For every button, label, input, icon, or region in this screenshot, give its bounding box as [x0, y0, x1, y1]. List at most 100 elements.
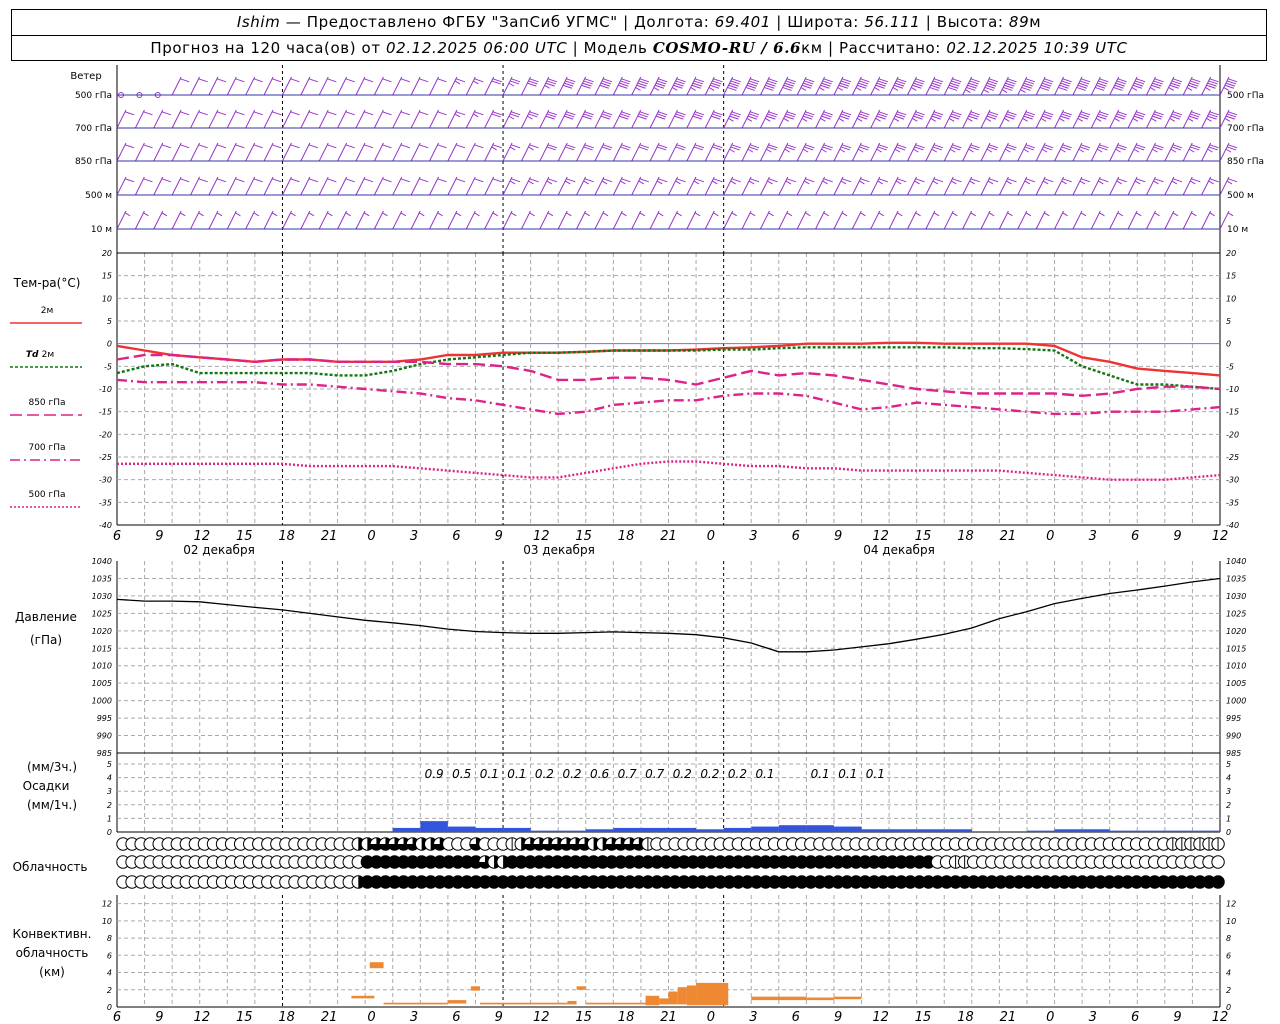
wind-level-right: 500 м — [1227, 191, 1254, 201]
wind-barb-shaft — [447, 142, 458, 162]
wind-barb-shaft — [612, 176, 623, 196]
wind-barb-shaft — [429, 142, 439, 162]
wind-barb-shaft — [723, 109, 734, 129]
wind-barb-shaft — [1054, 142, 1064, 162]
wind-barb-feather — [382, 78, 392, 83]
wind-barb-feather — [216, 212, 223, 217]
conv-tick-left: 12 — [102, 900, 112, 909]
precip-title-2: Осадки — [23, 779, 70, 793]
wind-barb-feather — [672, 87, 678, 91]
wind-barb-shaft — [116, 210, 127, 230]
wind-barb-shaft — [355, 210, 366, 230]
wind-barb-feather — [1223, 87, 1230, 91]
wind-barb-shaft — [851, 176, 862, 196]
wind-barb-feather — [783, 117, 789, 122]
cloud-cover-circle — [1211, 855, 1225, 869]
wind-barb-shaft — [1035, 210, 1046, 230]
wind-barb-shaft — [171, 76, 182, 96]
wind-barb-feather — [455, 144, 466, 149]
wind-barb-feather — [1095, 117, 1102, 122]
pressure-tick-left: 1010 — [92, 662, 112, 671]
wind-barb-feather — [528, 180, 534, 185]
wind-barb-feather — [474, 144, 484, 149]
wind-barb-shaft — [484, 76, 495, 96]
conv-cloud-bar — [383, 1002, 448, 1005]
conv-cloud-bar — [369, 962, 384, 969]
wind-barb-shaft — [263, 210, 274, 230]
wind-barb-feather — [1191, 178, 1201, 183]
wind-barb-feather — [400, 212, 407, 217]
wind-barb-shaft — [594, 210, 605, 230]
wind-barb-feather — [837, 87, 843, 91]
wind-barb-feather — [1023, 148, 1029, 153]
wind-barb-feather — [124, 178, 135, 183]
pressure-tick-left: 1040 — [92, 557, 112, 566]
wind-barb-shaft — [980, 176, 991, 196]
wind-barb-shaft — [1035, 109, 1046, 129]
wind-barb-feather — [454, 113, 461, 118]
wind-barb-feather — [1005, 148, 1011, 153]
precip-tick-left: 1 — [107, 814, 112, 823]
wind-barb-feather — [509, 180, 516, 185]
wind-barb-feather — [474, 78, 484, 83]
wind-barb-shaft — [686, 176, 697, 196]
wind-barb-feather — [878, 212, 885, 217]
wind-barb-feather — [621, 178, 631, 183]
wind-barb-shaft — [190, 76, 200, 96]
wind-barb-feather — [1117, 212, 1124, 217]
wind-barb-feather — [235, 178, 245, 183]
wind-barb-shaft — [649, 210, 660, 230]
wind-barb-feather — [363, 178, 374, 183]
wind-barb-shaft — [998, 142, 1009, 162]
hour-label: 15 — [915, 529, 932, 544]
hour-label: 3 — [1089, 529, 1097, 544]
wind-barb-shaft — [870, 176, 881, 196]
pressure-tick-left: 1030 — [92, 592, 112, 601]
precip-3h-label: 0.2 — [700, 767, 719, 781]
wind-barb-shaft — [833, 109, 844, 129]
hour-label: 6 — [792, 529, 800, 544]
hour-label-bottom: 18 — [278, 1010, 295, 1024]
conv-title-2: облачность — [16, 946, 89, 960]
wind-barb-feather — [970, 178, 980, 183]
pressure-tick-left: 1005 — [92, 679, 112, 688]
wind-barb-feather — [766, 148, 772, 153]
hour-label: 6 — [452, 529, 460, 544]
wind-barb-shaft — [153, 176, 164, 196]
wind-barb-shaft — [484, 109, 495, 129]
wind-barb-feather — [198, 144, 208, 149]
conv-tick-right: 8 — [1226, 934, 1231, 943]
wind-barb-feather — [1060, 148, 1066, 153]
wind-barb-feather — [180, 111, 190, 116]
hour-label-bottom: 0 — [367, 1010, 375, 1024]
wind-barb-feather — [803, 180, 810, 185]
wind-barb-shaft — [925, 176, 936, 196]
wind-barb-shaft — [631, 109, 642, 129]
wind-barb-feather — [841, 212, 848, 217]
wind-barb-shaft — [1054, 210, 1064, 230]
wind-barb-shaft — [263, 142, 274, 162]
conv-tick-right: 10 — [1226, 917, 1236, 926]
wind-barb-shaft — [888, 176, 899, 196]
precip-bar — [1109, 830, 1138, 832]
precip-tick-right: 4 — [1226, 774, 1231, 783]
wind-barb-shaft — [318, 142, 329, 162]
wind-barb-shaft — [520, 76, 531, 96]
wind-barb-feather — [932, 180, 939, 185]
wind-barb-shaft — [245, 210, 256, 230]
wind-barb-feather — [216, 78, 227, 83]
wind-barb-shaft — [723, 142, 734, 162]
wind-barb-feather — [784, 148, 790, 153]
wind-level-right: 500 гПа — [1227, 91, 1264, 101]
hour-label: 6 — [1131, 529, 1139, 544]
wind-barb-shaft — [576, 142, 587, 162]
wind-barb-feather — [1099, 178, 1109, 183]
pressure-tick-right: 1010 — [1226, 662, 1246, 671]
hour-label: 0 — [707, 529, 715, 544]
day-label: 03 декабря — [523, 543, 595, 557]
wind-barb-shaft — [134, 109, 145, 129]
wind-barb-shaft — [668, 142, 678, 162]
hour-label-bottom: 21 — [1000, 1010, 1017, 1024]
wind-barb-feather — [272, 178, 282, 183]
wind-barb-feather — [1062, 178, 1072, 183]
